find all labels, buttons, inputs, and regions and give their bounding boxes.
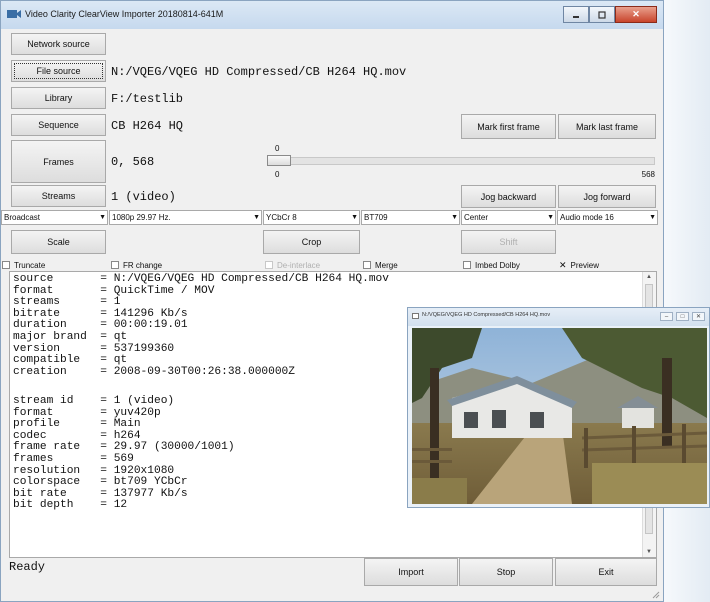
format-select-value: 1080p 29.97 Hz.	[112, 213, 171, 222]
imbed-dolby-label: Imbed Dolby	[475, 260, 520, 270]
slider-top-value: 0	[275, 144, 280, 153]
fr-change-checkbox[interactable]: FR change	[111, 259, 162, 271]
shift-button[interactable]: Shift	[461, 230, 556, 254]
frames-value: 0, 568	[111, 155, 155, 169]
mark-last-frame-button[interactable]: Mark last frame	[558, 114, 656, 139]
sequence-button[interactable]: Sequence	[11, 114, 106, 136]
minimize-button[interactable]	[563, 6, 589, 23]
de-interlace-checkbox[interactable]: De-interlace	[265, 259, 320, 271]
info-line: creation = 2008-09-30T00:26:38.000000Z	[13, 365, 295, 378]
stop-button[interactable]: Stop	[459, 558, 553, 586]
status-text: Ready	[9, 560, 46, 574]
info-line: major brand = qt	[13, 331, 128, 343]
mark-first-frame-button[interactable]: Mark first frame	[461, 114, 556, 139]
matrix-select[interactable]: BT709 ▼	[361, 210, 460, 225]
chevron-down-icon: ▼	[99, 214, 106, 221]
merge-checkbox[interactable]: Merge	[363, 259, 398, 271]
down-arrow-icon[interactable]: ▼	[646, 549, 652, 555]
jog-forward-button[interactable]: Jog forward	[558, 185, 656, 208]
network-source-button[interactable]: Network source	[11, 33, 106, 55]
close-button[interactable]: ✕	[615, 6, 657, 23]
preview-maximize-button[interactable]: □	[676, 312, 689, 321]
checkbox-box	[111, 261, 119, 269]
scale-button[interactable]: Scale	[11, 230, 106, 254]
truncate-checkbox[interactable]: Truncate	[2, 259, 45, 271]
maximize-button[interactable]	[589, 6, 615, 23]
position-select[interactable]: Center ▼	[461, 210, 556, 225]
color-select-value: YCbCr 8	[266, 213, 297, 222]
chevron-down-icon: ▼	[351, 214, 358, 221]
chevron-down-icon: ▼	[547, 214, 554, 221]
crop-button[interactable]: Crop	[263, 230, 360, 254]
resize-grip-icon[interactable]	[650, 589, 660, 599]
de-interlace-label: De-interlace	[277, 260, 321, 270]
library-value: F:/testlib	[111, 92, 184, 106]
streams-value: 1 (video)	[111, 190, 176, 204]
streams-button[interactable]: Streams	[11, 185, 106, 207]
video-camera-icon	[7, 10, 21, 18]
frames-button[interactable]: Frames	[11, 140, 106, 183]
info-line: source = N:/VQEG/VQEG HD Compressed/CB H…	[13, 273, 389, 285]
merge-label: Merge	[375, 260, 398, 270]
preview-checkbox[interactable]: ✕ Preview	[559, 259, 599, 271]
slider-max-label: 568	[641, 170, 655, 179]
frame-slider[interactable]: 0 0 568	[263, 142, 657, 182]
color-select[interactable]: YCbCr 8 ▼	[263, 210, 360, 225]
video-frame-image	[412, 328, 707, 504]
broadcast-select-value: Broadcast	[4, 213, 41, 222]
importer-window: Video Clarity ClearView Importer 2018081…	[0, 0, 664, 602]
info-line: bit depth = 12	[13, 499, 128, 512]
preview-close-button[interactable]: ✕	[692, 312, 705, 321]
info-line: frames = 569	[13, 453, 134, 465]
slider-thumb[interactable]	[267, 155, 291, 166]
video-window-icon	[412, 313, 419, 319]
file-source-button[interactable]: File source	[11, 60, 106, 82]
checkbox-box	[363, 261, 371, 269]
preview-window[interactable]: N:/VQEG/VQEG HD Compressed/CB H264 HQ.mo…	[407, 307, 710, 508]
imbed-dolby-checkbox[interactable]: Imbed Dolby	[463, 259, 520, 271]
sequence-value: CB H264 HQ	[111, 119, 184, 133]
format-select[interactable]: 1080p 29.97 Hz. ▼	[109, 210, 262, 225]
import-button[interactable]: Import	[364, 558, 458, 586]
checkbox-box	[2, 261, 10, 269]
chevron-down-icon: ▼	[451, 214, 458, 221]
checkbox-box	[463, 261, 471, 269]
preview-label: Preview	[570, 260, 599, 270]
close-icon: ✕	[632, 9, 640, 19]
broadcast-select[interactable]: Broadcast ▼	[1, 210, 108, 225]
jog-backward-button[interactable]: Jog backward	[461, 185, 556, 208]
title-bar: Video Clarity ClearView Importer 2018081…	[1, 1, 663, 29]
up-arrow-icon[interactable]: ▲	[646, 274, 652, 280]
fr-change-label: FR change	[123, 260, 163, 270]
minimize-icon	[573, 15, 579, 18]
slider-min-label: 0	[275, 170, 280, 179]
library-button[interactable]: Library	[11, 87, 106, 109]
exit-button[interactable]: Exit	[555, 558, 657, 586]
chevron-down-icon: ▼	[253, 214, 260, 221]
window-title: Video Clarity ClearView Importer 2018081…	[25, 9, 224, 19]
position-select-value: Center	[464, 213, 489, 222]
info-line: stream id = 1 (video)	[13, 395, 175, 407]
chevron-down-icon: ▼	[649, 214, 656, 221]
truncate-label: Truncate	[14, 260, 46, 270]
preview-title: N:/VQEG/VQEG HD Compressed/CB H264 HQ.mo…	[422, 312, 551, 318]
slider-track[interactable]	[267, 157, 655, 165]
window-controls: ✕	[563, 6, 657, 23]
checkbox-box	[265, 261, 273, 269]
desktop-background	[664, 0, 710, 602]
maximize-icon	[598, 10, 606, 19]
audio-mode-select-value: Audio mode 16	[560, 213, 614, 222]
preview-minimize-button[interactable]: –	[660, 312, 673, 321]
matrix-select-value: BT709	[364, 213, 388, 222]
preview-title-bar[interactable]: N:/VQEG/VQEG HD Compressed/CB H264 HQ.mo…	[408, 308, 709, 326]
file-source-value: N:/VQEG/VQEG HD Compressed/CB H264 HQ.mo…	[111, 65, 407, 79]
check-mark-icon: ✕	[559, 259, 567, 270]
audio-mode-select[interactable]: Audio mode 16 ▼	[557, 210, 658, 225]
